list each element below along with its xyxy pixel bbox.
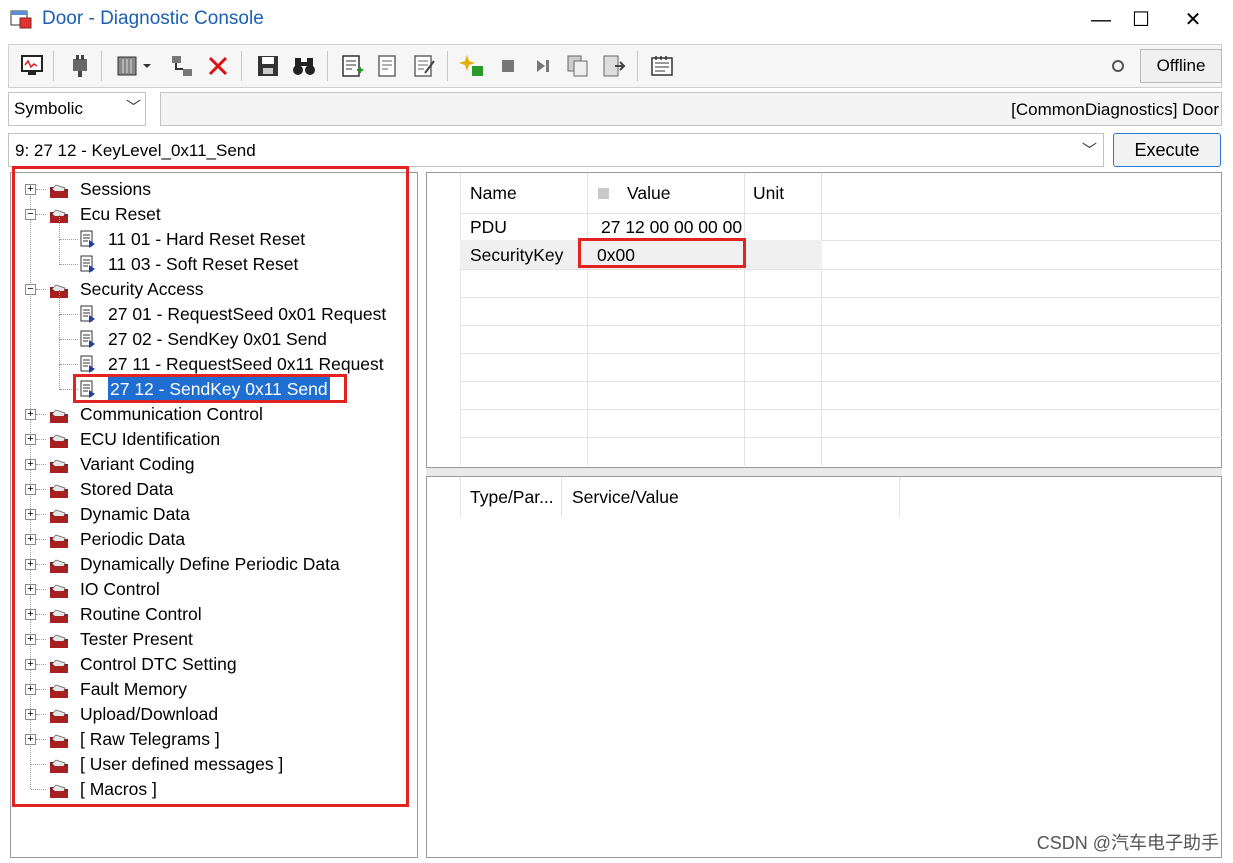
parameter-grid: Name Value Unit PDU 27 12 00 00 00 00 Se… [426,172,1222,468]
document-edit-icon[interactable] [411,53,437,79]
plug-icon[interactable] [67,53,93,79]
stop-icon[interactable] [495,53,521,79]
panel-splitter[interactable] [426,468,1222,476]
column-header-type[interactable]: Type/Par... [470,487,554,508]
network-icon[interactable] [169,53,195,79]
path-field-value: [CommonDiagnostics] Door [1011,100,1219,119]
sparkle-icon[interactable] [459,53,485,79]
export-icon[interactable] [601,53,627,79]
column-header-name[interactable]: Name [470,183,517,204]
sort-icon [598,188,609,199]
maximize-button[interactable]: ☐ [1118,0,1164,40]
monitor-icon[interactable] [19,53,45,79]
selected-item-highlight-box [73,374,347,403]
param-value-pdu: 27 12 00 00 00 00 [601,217,743,237]
security-key-highlight-box [578,238,746,268]
tree-highlight-box [12,166,409,807]
service-select-value: 9: 27 12 - KeyLevel_0x11_Send [15,141,256,160]
watermark: CSDN @汽车电子助手 [1036,833,1219,853]
param-name-securitykey: SecurityKey [470,245,564,265]
close-button[interactable]: ✕ [1170,0,1216,40]
step-icon[interactable] [529,53,555,79]
notepad-icon[interactable] [649,53,675,79]
column-header-value[interactable]: Value [627,183,670,204]
chevron-down-icon: ﹀ [125,99,141,116]
response-log: Type/Par... Service/Value [426,476,1222,858]
column-header-unit[interactable]: Unit [753,183,784,204]
document-add-icon[interactable] [339,53,365,79]
window-title: Door - Diagnostic Console [42,8,264,29]
mode-select-value: Symbolic [14,99,83,118]
save-icon[interactable] [255,53,281,79]
copy-icon[interactable] [565,53,591,79]
delete-icon[interactable] [205,53,231,79]
connection-status-button[interactable]: Offline [1140,49,1222,83]
app-icon [10,10,32,29]
path-field: [CommonDiagnostics] Door [160,92,1222,126]
flash-dropdown-icon[interactable] [115,53,155,79]
status-indicator-icon [1112,60,1124,72]
document-remove-icon[interactable] [375,53,401,79]
param-name-pdu: PDU [470,217,507,237]
execute-button[interactable]: Execute [1113,133,1221,167]
binoculars-icon[interactable] [291,53,317,79]
title-bar: Door - Diagnostic Console — ☐ ✕ [0,0,1233,40]
toolbar: Offline [8,44,1222,88]
service-select[interactable]: 9: 27 12 - KeyLevel_0x11_Send ﹀ [8,133,1104,167]
column-header-service[interactable]: Service/Value [572,487,679,508]
mode-select[interactable]: Symbolic ﹀ [8,92,146,126]
chevron-down-icon: ﹀ [1081,142,1097,159]
